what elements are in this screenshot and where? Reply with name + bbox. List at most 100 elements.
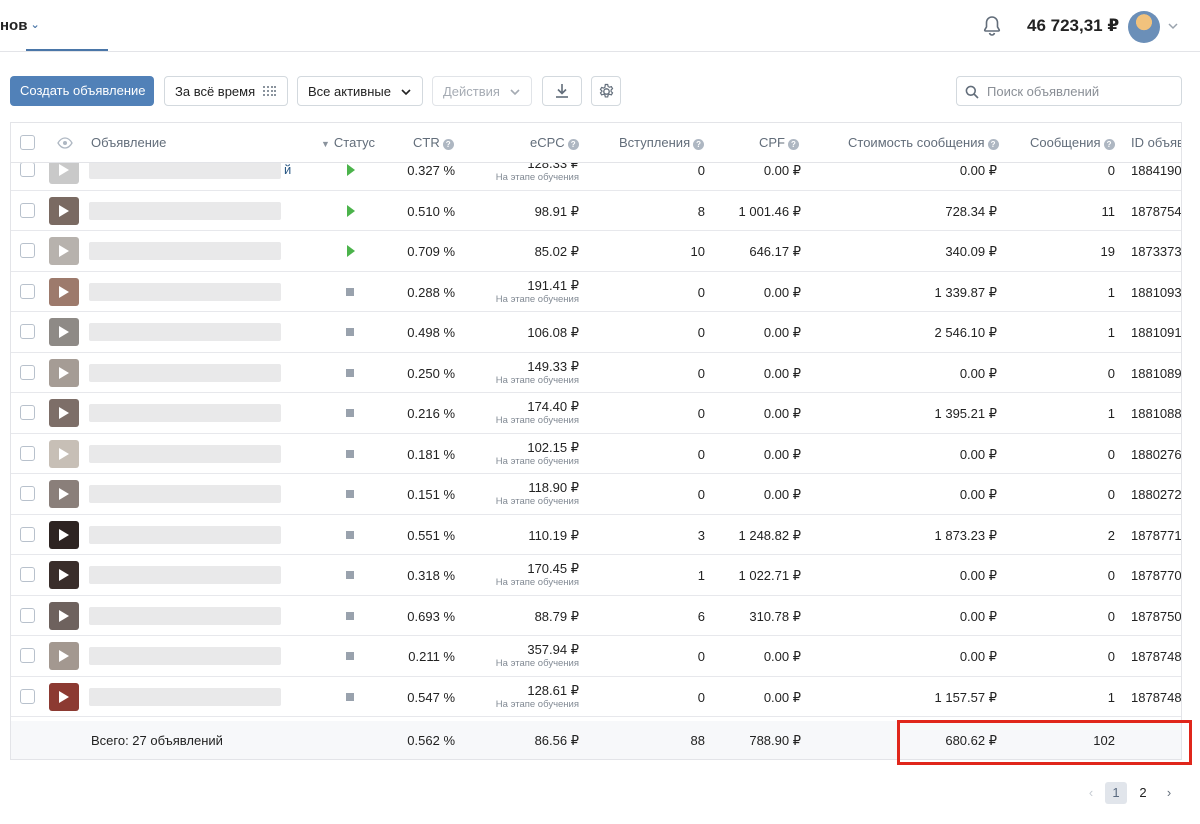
row-checkbox[interactable] <box>20 648 35 664</box>
period-button[interactable]: За всё время <box>164 76 288 106</box>
ad-thumbnail[interactable] <box>49 520 79 549</box>
row-checkbox[interactable] <box>20 567 35 583</box>
row-checkbox[interactable] <box>20 486 35 502</box>
account-balance[interactable]: 46 723,31 ₽ <box>1027 16 1119 36</box>
status-stopped-icon[interactable] <box>346 368 354 377</box>
ad-name-redacted[interactable] <box>89 444 281 463</box>
select-all-checkbox[interactable] <box>20 135 35 150</box>
status-filter-dropdown[interactable]: Все активные <box>297 76 423 106</box>
ad-id-value[interactable]: 18787542 <box>1131 204 1181 219</box>
ad-thumbnail[interactable] <box>49 682 79 711</box>
bell-icon[interactable] <box>980 14 1004 38</box>
table-row[interactable]: 0.510 % 98.91 ₽ 8 1 001.46 ₽ 728.34 ₽ 11 18787… <box>11 191 1181 231</box>
chevron-down-icon[interactable] <box>1167 20 1179 32</box>
ad-name-redacted[interactable] <box>89 201 281 220</box>
status-active-icon[interactable] <box>347 204 355 217</box>
status-stopped-icon[interactable] <box>346 490 354 499</box>
eye-icon[interactable] <box>57 137 73 149</box>
status-active-icon[interactable] <box>347 164 355 177</box>
column-header-ad[interactable]: Объявление <box>91 135 166 150</box>
row-checkbox[interactable] <box>20 364 35 380</box>
status-stopped-icon[interactable] <box>346 571 354 580</box>
search-input[interactable] <box>987 81 1175 101</box>
row-checkbox[interactable] <box>20 162 35 178</box>
ad-thumbnail[interactable] <box>49 277 79 306</box>
search-box[interactable] <box>956 76 1182 106</box>
row-checkbox[interactable] <box>20 688 35 704</box>
ad-id-value[interactable]: 18810918 <box>1131 325 1181 340</box>
table-row[interactable]: 0.151 % 118.90 ₽ На этапе обучения 0 0.00 ₽ 0… <box>11 474 1181 515</box>
ad-id-value[interactable]: 18733739 <box>1131 244 1181 259</box>
ad-name-redacted[interactable] <box>89 363 281 382</box>
row-checkbox[interactable] <box>20 445 35 461</box>
status-stopped-icon[interactable] <box>346 652 354 661</box>
table-row[interactable]: 0.216 % 174.40 ₽ На этапе обучения 0 0.00 ₽ 1… <box>11 393 1181 434</box>
ad-name-redacted[interactable] <box>89 485 281 504</box>
ad-name-redacted[interactable] <box>89 161 281 180</box>
ad-name-redacted[interactable] <box>89 282 281 301</box>
row-checkbox[interactable] <box>20 202 35 218</box>
table-row[interactable]: 0.498 % 106.08 ₽ 0 0.00 ₽ 2 546.10 ₽ 1 1881091… <box>11 312 1181 353</box>
ad-name-redacted[interactable] <box>89 404 281 423</box>
ad-id-value[interactable]: 18787704 <box>1131 568 1181 583</box>
ad-id-value[interactable]: 18787487 <box>1131 649 1181 664</box>
table-row[interactable]: 0.318 % 170.45 ₽ На этапе обучения 1 1 022.7… <box>11 555 1181 596</box>
ad-id-value[interactable]: 18810896 <box>1131 366 1181 381</box>
page-1[interactable]: 1 <box>1105 782 1127 804</box>
prev-page-icon[interactable]: ‹ <box>1080 782 1102 804</box>
table-row[interactable]: 0.211 % 357.94 ₽ На этапе обучения 0 0.00 ₽ 0… <box>11 636 1181 677</box>
ad-name-redacted[interactable] <box>89 606 281 625</box>
settings-button[interactable] <box>591 76 621 106</box>
ad-name-redacted[interactable] <box>89 647 281 666</box>
ad-thumbnail[interactable] <box>49 318 79 347</box>
ad-name-redacted[interactable] <box>89 242 281 261</box>
table-row[interactable]: 0.547 % 128.61 ₽ На этапе обучения 0 0.00 ₽ 1… <box>11 677 1181 717</box>
column-header-cpf[interactable]: CPF? <box>759 135 799 150</box>
status-stopped-icon[interactable] <box>346 328 354 337</box>
table-row[interactable]: 0.288 % 191.41 ₽ На этапе обучения 0 0.00 ₽ 1… <box>11 272 1181 312</box>
next-page-icon[interactable]: › <box>1158 782 1180 804</box>
help-icon[interactable]: ? <box>442 139 454 150</box>
help-icon[interactable]: ? <box>1103 139 1115 150</box>
row-checkbox[interactable] <box>20 324 35 340</box>
status-stopped-icon[interactable] <box>346 449 354 458</box>
ad-name-redacted[interactable] <box>89 687 281 706</box>
row-checkbox[interactable] <box>20 405 35 421</box>
ad-id-value[interactable]: 18810933 <box>1131 285 1181 300</box>
ad-thumbnail[interactable] <box>49 358 79 387</box>
page-2[interactable]: 2 <box>1132 782 1154 804</box>
column-header-joins[interactable]: Вступления? <box>619 135 705 150</box>
ad-thumbnail[interactable] <box>49 601 79 630</box>
ad-id-value[interactable]: 18787483 <box>1131 690 1181 705</box>
ad-id-value[interactable]: 18787503 <box>1131 609 1181 624</box>
row-checkbox[interactable] <box>20 283 35 299</box>
column-header-messages[interactable]: Сообщения? <box>1030 135 1115 150</box>
ad-id-value[interactable]: 18810881 <box>1131 406 1181 421</box>
column-header-ecpc[interactable]: eCPC? <box>530 135 579 150</box>
ad-thumbnail[interactable] <box>49 439 79 468</box>
help-icon[interactable]: ? <box>788 139 799 150</box>
column-header-status[interactable]: ▼ Статус <box>321 135 375 150</box>
status-stopped-icon[interactable] <box>346 409 354 418</box>
ad-id-value[interactable]: 18841908 <box>1131 163 1181 178</box>
ad-name-redacted[interactable] <box>89 525 281 544</box>
status-stopped-icon[interactable] <box>346 611 354 620</box>
create-ad-button[interactable]: Создать объявление <box>10 76 154 106</box>
ad-name-tail[interactable]: й <box>284 162 291 177</box>
cabinet-selector[interactable]: нов ⌄ <box>0 17 40 34</box>
ad-id-value[interactable]: 18787713 <box>1131 528 1181 543</box>
ad-name-redacted[interactable] <box>89 566 281 585</box>
ad-id-value[interactable]: 18802765 <box>1131 447 1181 462</box>
table-row[interactable]: 0.709 % 85.02 ₽ 10 646.17 ₽ 340.09 ₽ 19 187337… <box>11 231 1181 272</box>
help-icon[interactable]: ? <box>693 139 705 150</box>
ad-thumbnail[interactable] <box>49 561 79 590</box>
row-checkbox[interactable] <box>20 243 35 259</box>
status-stopped-icon[interactable] <box>346 530 354 539</box>
ad-id-value[interactable]: 18802725 <box>1131 487 1181 502</box>
row-checkbox[interactable] <box>20 526 35 542</box>
table-row[interactable]: 0.551 % 110.19 ₽ 3 1 248.82 ₽ 1 873.23 ₽ 2 187… <box>11 515 1181 555</box>
avatar[interactable] <box>1128 11 1160 43</box>
ad-thumbnail[interactable] <box>49 642 79 671</box>
download-button[interactable] <box>542 76 582 106</box>
table-row[interactable]: 0.181 % 102.15 ₽ На этапе обучения 0 0.00 ₽ 0… <box>11 434 1181 474</box>
